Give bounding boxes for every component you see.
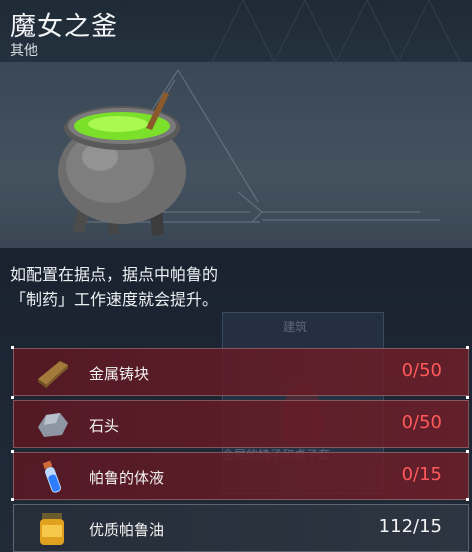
witch-cauldron-icon [58,92,186,236]
item-description: 如配置在据点，据点中帕鲁的 「制药」工作速度就会提升。 [10,262,450,312]
header-triangle-pattern [212,0,461,62]
background-build-label: 建筑 [283,320,308,334]
material-row-metal-ingot: 金属铸块 0/50 [13,348,469,396]
material-count: 0/15 [401,464,442,485]
material-count: 0/50 [401,360,442,381]
frame-corner-dot [466,346,469,349]
frame-corner-dot [466,498,469,501]
material-count: 0/50 [401,412,442,433]
material-name: 优质帕鲁油 [89,521,165,539]
material-count: 112/15 [378,516,442,537]
metal-ingot-icon [38,361,68,388]
stone-icon [38,413,68,437]
description-line-1: 如配置在据点，据点中帕鲁的 [10,265,219,284]
frame-corner-dot [11,396,14,399]
high-quality-pal-oil-jar-icon [40,513,64,545]
item-title: 魔女之釜 [10,12,119,42]
material-row-high-quality-pal-oil: 优质帕鲁油 112/15 [13,504,469,552]
material-name: 石头 [89,417,120,435]
item-preview-panel [0,62,472,248]
material-row-stone: 石头 0/50 [13,400,469,448]
description-line-2: 「制药」工作速度就会提升。 [10,290,219,309]
pal-fluid-vial-icon [42,460,62,493]
item-header: 魔女之釜 其他 [0,0,472,62]
material-name: 帕鲁的体液 [89,469,165,487]
material-name: 金属铸块 [89,365,150,383]
frame-corner-dot [11,498,14,501]
item-category: 其他 [10,43,38,59]
material-row-pal-fluid: 帕鲁的体液 0/15 [13,452,469,500]
frame-corner-dot [11,346,14,349]
frame-corner-dot [466,396,469,399]
frame-corner-dot [11,450,14,453]
frame-corner-dot [466,450,469,453]
